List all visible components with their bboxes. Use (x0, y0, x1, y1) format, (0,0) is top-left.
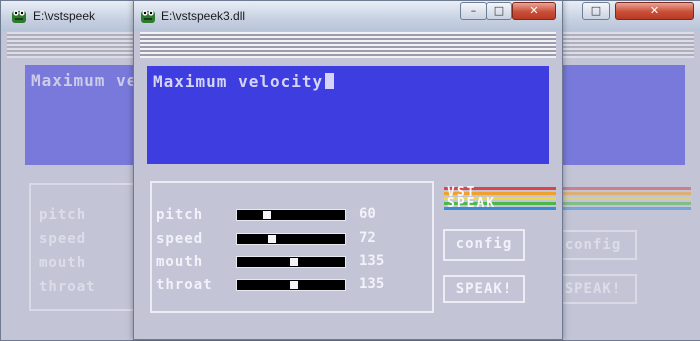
slider-row-speed: speed 72 (156, 230, 426, 248)
config-label: config (455, 236, 513, 252)
slider-row-pitch: pitch 60 (156, 206, 426, 224)
background-window-title: E:\vstspeek (33, 9, 96, 23)
background-slider-panel: pitch speed mouth throat (29, 183, 149, 311)
vst-speak-logo: VST SPEAK (444, 186, 556, 215)
background-config-label: config (564, 237, 622, 253)
maximize-icon: □ (590, 4, 602, 17)
slider-knob[interactable] (290, 258, 299, 266)
background-logo (561, 187, 691, 215)
slider-label: speed (156, 231, 204, 247)
slider-label: mouth (156, 254, 204, 270)
minimize-button[interactable]: – (460, 2, 487, 20)
background-label: throat (39, 279, 96, 295)
pitch-slider[interactable] (236, 209, 346, 221)
slider-value: 72 (359, 230, 376, 246)
background-label: speed (39, 231, 87, 247)
close-icon: ✕ (529, 4, 539, 17)
background-close-button[interactable]: ✕ (615, 2, 694, 20)
text-cursor (325, 73, 335, 89)
mouth-slider[interactable] (236, 256, 346, 268)
slider-label: pitch (156, 207, 204, 223)
maximize-button[interactable]: □ (486, 2, 512, 20)
slider-row-mouth: mouth 135 (156, 253, 426, 271)
close-icon: ✕ (649, 4, 660, 17)
close-button[interactable]: ✕ (512, 2, 556, 20)
slider-value: 135 (359, 253, 385, 269)
slider-knob[interactable] (290, 281, 299, 289)
slider-value: 135 (359, 276, 385, 292)
config-button[interactable]: config (443, 229, 525, 261)
decorative-stripes (140, 32, 556, 58)
slider-row-throat: throat 135 (156, 276, 426, 294)
plugin-window[interactable]: E:\vstspeek3.dll – □ ✕ Maximum velocity … (133, 0, 563, 340)
background-speak-button[interactable]: SPEAK! (551, 274, 637, 304)
speak-label: SPEAK! (455, 281, 513, 297)
window-title: E:\vstspeek3.dll (161, 9, 246, 23)
slider-knob[interactable] (263, 211, 272, 219)
minimize-icon: – (470, 4, 477, 17)
slider-knob[interactable] (267, 235, 276, 243)
titlebar[interactable]: E:\vstspeek3.dll – □ ✕ (134, 1, 562, 31)
maximize-icon: □ (493, 4, 505, 17)
speech-text-field[interactable]: Maximum velocity (147, 66, 549, 164)
speech-text: Maximum velocity (153, 72, 335, 91)
speak-button[interactable]: SPEAK! (443, 275, 525, 303)
slider-panel: pitch 60 speed 72 mouth 135 throat 135 (150, 181, 434, 313)
background-config-button[interactable]: config (551, 230, 637, 260)
logo-text-speak: SPEAK (447, 196, 497, 211)
frog-icon (12, 10, 26, 23)
throat-slider[interactable] (236, 279, 346, 291)
background-label: mouth (39, 255, 87, 271)
background-label: pitch (39, 207, 87, 223)
background-speak-label: SPEAK! (564, 281, 622, 297)
frog-icon (141, 10, 155, 23)
slider-label: throat (156, 277, 213, 293)
speed-slider[interactable] (236, 233, 346, 245)
slider-value: 60 (359, 206, 376, 222)
background-maximize-button[interactable]: □ (582, 2, 610, 20)
